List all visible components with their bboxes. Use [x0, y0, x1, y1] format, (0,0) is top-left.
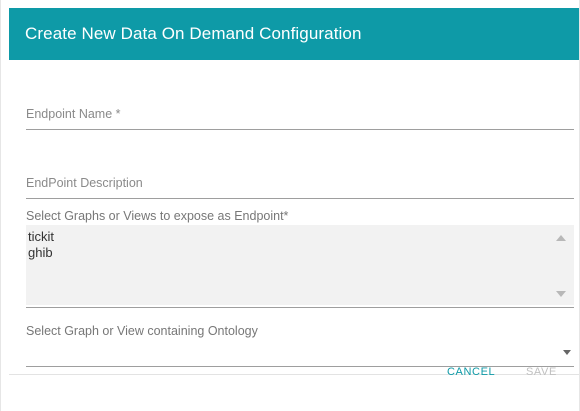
graphs-option-ghib[interactable]: ghib — [28, 245, 54, 261]
save-button[interactable]: SAVE — [526, 366, 557, 378]
graphs-multiselect[interactable]: tickit ghib — [26, 225, 574, 305]
graphs-select-label: Select Graphs or Views to expose as Endp… — [26, 209, 289, 223]
scroll-down-icon[interactable] — [556, 291, 566, 297]
graphs-option-list: tickit ghib — [28, 229, 54, 261]
chevron-down-icon[interactable] — [563, 350, 571, 355]
endpoint-name-underline — [26, 129, 574, 130]
dialog-title: Create New Data On Demand Configuration — [25, 24, 362, 43]
ontology-select-label: Select Graph or View containing Ontology — [26, 324, 258, 338]
graphs-select-underline — [26, 307, 574, 308]
endpoint-name-field[interactable]: Endpoint Name * — [26, 95, 574, 131]
cancel-button[interactable]: CANCEL — [447, 366, 495, 378]
graphs-option-tickit[interactable]: tickit — [28, 229, 54, 245]
ontology-select[interactable]: Select Graph or View containing Ontology — [26, 320, 574, 368]
create-configuration-dialog: Create New Data On Demand Configuration … — [0, 0, 580, 411]
endpoint-description-placeholder: EndPoint Description — [26, 176, 143, 190]
endpoint-description-underline — [26, 198, 574, 199]
endpoint-description-field[interactable]: EndPoint Description — [26, 164, 574, 200]
endpoint-name-placeholder: Endpoint Name * — [26, 107, 121, 121]
scroll-up-icon[interactable] — [556, 235, 566, 241]
dialog-header: Create New Data On Demand Configuration — [9, 8, 579, 60]
